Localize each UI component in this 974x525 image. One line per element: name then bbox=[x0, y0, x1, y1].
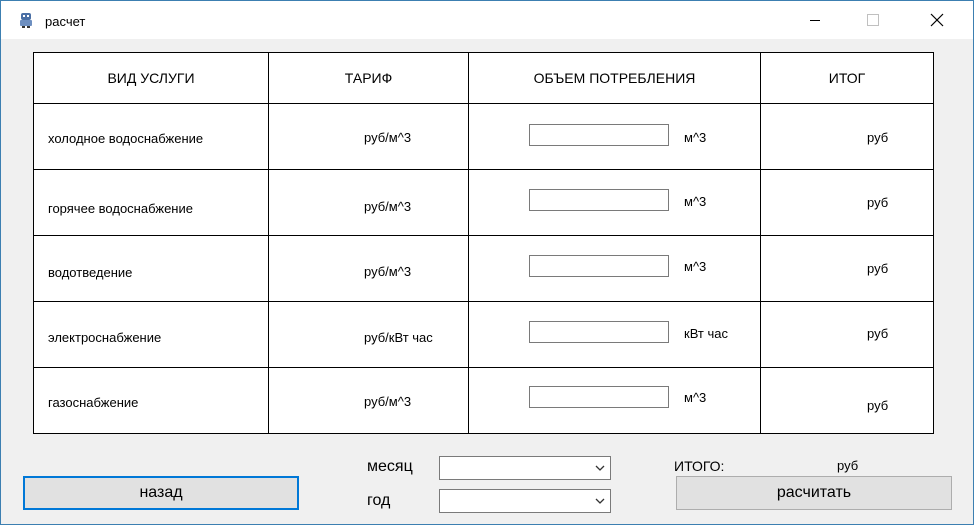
calculate-button[interactable]: расчитать bbox=[676, 476, 952, 510]
total-cell: руб bbox=[760, 367, 934, 434]
tariff-cell: руб/м^3 bbox=[268, 103, 469, 170]
total-value-unit: руб bbox=[837, 458, 859, 473]
minimize-button[interactable] bbox=[792, 1, 838, 39]
service-cell: газоснабжение bbox=[33, 367, 269, 434]
month-label: месяц bbox=[367, 458, 413, 475]
volume-cell: м^3 bbox=[468, 103, 761, 170]
calculation-window: расчет ВИД УСЛУГИ ТАРИФ ОБЪЕМ ПОТРЕБЛЕНИ… bbox=[0, 0, 974, 525]
total-unit: руб bbox=[867, 326, 889, 341]
total-cell: руб bbox=[760, 169, 934, 236]
total-unit: руб bbox=[867, 398, 889, 413]
total-unit: руб bbox=[867, 261, 889, 276]
back-button-label: назад bbox=[139, 484, 183, 501]
volume-cell: м^3 bbox=[468, 235, 761, 302]
service-name: горячее водоснабжение bbox=[48, 201, 193, 216]
header-service: ВИД УСЛУГИ bbox=[33, 52, 269, 104]
back-button[interactable]: назад bbox=[23, 476, 299, 510]
service-name: электроснабжение bbox=[48, 330, 162, 345]
maximize-icon bbox=[867, 14, 879, 26]
year-label: год bbox=[367, 492, 391, 509]
table-row: водотведение руб/м^3 м^3 руб bbox=[33, 235, 934, 302]
table-row: холодное водоснабжение руб/м^3 м^3 руб bbox=[33, 103, 934, 170]
table-row: горячее водоснабжение руб/м^3 м^3 руб bbox=[33, 169, 934, 236]
tariff-cell: руб/м^3 bbox=[268, 367, 469, 434]
total-cell: руб bbox=[760, 235, 934, 302]
tariff-cell: руб/м^3 bbox=[268, 235, 469, 302]
table-row: газоснабжение руб/м^3 м^3 руб bbox=[33, 367, 934, 434]
unit-label: м^3 bbox=[684, 390, 707, 405]
app-icon bbox=[18, 12, 34, 28]
title-bar: расчет bbox=[1, 1, 973, 39]
total-label: ИТОГО: bbox=[674, 458, 725, 474]
total-unit: руб bbox=[867, 130, 889, 145]
unit-label: м^3 bbox=[684, 259, 707, 274]
table-header-row: ВИД УСЛУГИ ТАРИФ ОБЪЕМ ПОТРЕБЛЕНИЯ ИТОГ bbox=[33, 52, 934, 104]
header-total: ИТОГ bbox=[760, 52, 934, 104]
volume-input[interactable] bbox=[529, 386, 669, 408]
volume-input[interactable] bbox=[529, 124, 669, 146]
volume-cell: м^3 bbox=[468, 367, 761, 434]
service-name: газоснабжение bbox=[48, 395, 139, 410]
tariff-text: руб/м^3 bbox=[364, 394, 412, 409]
chevron-down-icon bbox=[595, 465, 605, 471]
table-row: электроснабжение руб/кВт час кВт час руб bbox=[33, 301, 934, 368]
tariff-text: руб/м^3 bbox=[364, 264, 412, 279]
close-button[interactable] bbox=[914, 1, 960, 39]
unit-label: м^3 bbox=[684, 130, 707, 145]
service-cell: водотведение bbox=[33, 235, 269, 302]
volume-input[interactable] bbox=[529, 321, 669, 343]
volume-input[interactable] bbox=[529, 255, 669, 277]
calculate-button-label: расчитать bbox=[776, 484, 852, 501]
volume-cell: м^3 bbox=[468, 169, 761, 236]
tariff-text: руб/кВт час bbox=[364, 330, 433, 345]
tariff-text: руб/м^3 bbox=[364, 130, 412, 145]
header-volume: ОБЪЕМ ПОТРЕБЛЕНИЯ bbox=[468, 52, 761, 104]
unit-label: м^3 bbox=[684, 194, 707, 209]
unit-label: кВт час bbox=[684, 326, 728, 341]
close-icon bbox=[930, 13, 944, 27]
chevron-down-icon bbox=[595, 498, 605, 504]
service-name: водотведение bbox=[48, 265, 133, 280]
total-cell: руб bbox=[760, 103, 934, 170]
tariff-cell: руб/кВт час bbox=[268, 301, 469, 368]
tariff-cell: руб/м^3 bbox=[268, 169, 469, 236]
volume-input[interactable] bbox=[529, 189, 669, 211]
window-title: расчет bbox=[45, 14, 86, 29]
minimize-icon bbox=[810, 20, 820, 21]
service-name: холодное водоснабжение bbox=[48, 131, 204, 146]
total-unit: руб bbox=[867, 195, 889, 210]
service-cell: холодное водоснабжение bbox=[33, 103, 269, 170]
total-cell: руб bbox=[760, 301, 934, 368]
volume-cell: кВт час bbox=[468, 301, 761, 368]
service-cell: электроснабжение bbox=[33, 301, 269, 368]
maximize-button[interactable] bbox=[850, 1, 896, 39]
services-table: ВИД УСЛУГИ ТАРИФ ОБЪЕМ ПОТРЕБЛЕНИЯ ИТОГ … bbox=[33, 52, 934, 434]
header-tariff: ТАРИФ bbox=[268, 52, 469, 104]
tariff-text: руб/м^3 bbox=[364, 199, 412, 214]
month-select[interactable] bbox=[439, 456, 611, 480]
year-select[interactable] bbox=[439, 489, 611, 513]
service-cell: горячее водоснабжение bbox=[33, 169, 269, 236]
